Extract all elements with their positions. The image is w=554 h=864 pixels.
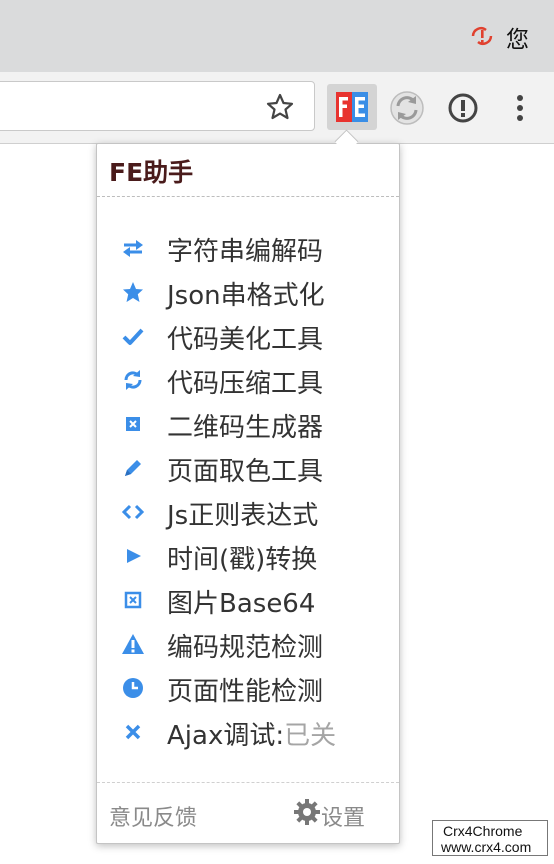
menu-item-qrcode[interactable]: 二维码生成器 [97,402,399,446]
image-icon [124,591,142,609]
refresh-icon [124,370,142,390]
menu-item-label: 二维码生成器 [167,413,324,443]
menu-item-image-base64[interactable]: 图片Base64 [97,578,399,622]
browser-toolbar [0,72,554,144]
menu-item-label: Js正则表达式 [167,501,319,531]
ajax-debug-status: 已关 [284,721,337,751]
sync-extension-icon[interactable] [389,90,425,126]
fe-helper-extension-button[interactable] [327,84,377,130]
pencil-icon [125,460,141,476]
menu-item-ajax-debug[interactable]: Ajax调试:已关 [97,710,399,754]
warning-icon [122,634,144,654]
sync-error-icon[interactable] [469,24,495,48]
menu-item-color-picker[interactable]: 页面取色工具 [97,446,399,490]
gear-icon [294,799,320,825]
clock-icon [123,678,143,698]
more-menu-icon[interactable] [508,92,532,124]
info-extension-icon[interactable] [447,92,479,124]
address-bar[interactable] [0,81,315,131]
watermark: Crx4Chrome www.crx4.com [432,820,548,856]
menu-item-label: Ajax调试:已关 [167,715,336,752]
menu-item-code-compress[interactable]: 代码压缩工具 [97,358,399,402]
code-brackets-icon [121,504,145,520]
menu-item-page-performance[interactable]: 页面性能检测 [97,666,399,710]
watermark-line2: www.crx4.com [441,839,532,855]
bookmark-star-icon[interactable] [265,92,295,122]
menu-item-label: 页面性能检测 [167,677,324,707]
close-icon [125,724,141,740]
settings-label: 设置 [321,806,366,831]
checkmark-icon [122,328,144,345]
menu-item-label: 时间(戳)转换 [167,545,318,575]
star-icon [123,282,143,302]
profile-button[interactable]: 您 [506,20,529,54]
menu-item-label: Json串格式化 [167,281,325,311]
qrcode-icon [126,417,140,431]
menu-item-js-regex[interactable]: Js正则表达式 [97,490,399,534]
menu-item-label: 图片Base64 [167,589,316,619]
menu-item-label: 字符串编解码 [167,237,324,267]
menu-item-label: 代码压缩工具 [167,369,324,399]
menu-item-timestamp[interactable]: 时间(戳)转换 [97,534,399,578]
fe-helper-icon [336,92,368,122]
menu-item-label: 页面取色工具 [167,457,324,487]
fe-helper-popup: FE助手 字符串编解码 Json串格式化 代码美化工具 代码压缩工具 二维码生成… [96,143,400,844]
swap-arrows-icon [123,240,143,257]
ajax-debug-label: Ajax调试: [167,721,285,751]
play-icon [127,549,141,563]
divider [97,782,399,783]
feedback-link[interactable]: 意见反馈 [109,800,197,832]
divider [97,196,399,197]
browser-titlebar: 您 [0,0,554,72]
popup-title: FE助手 [109,158,194,187]
watermark-line1: Crx4Chrome [443,823,523,839]
menu-item-string-codec[interactable]: 字符串编解码 [97,226,399,270]
menu-item-json-format[interactable]: Json串格式化 [97,270,399,314]
tool-menu: 字符串编解码 Json串格式化 代码美化工具 代码压缩工具 二维码生成器 页面取… [97,226,399,754]
menu-item-label: 编码规范检测 [167,633,324,663]
menu-item-code-standards[interactable]: 编码规范检测 [97,622,399,666]
menu-item-code-beautify[interactable]: 代码美化工具 [97,314,399,358]
menu-item-label: 代码美化工具 [167,325,324,355]
